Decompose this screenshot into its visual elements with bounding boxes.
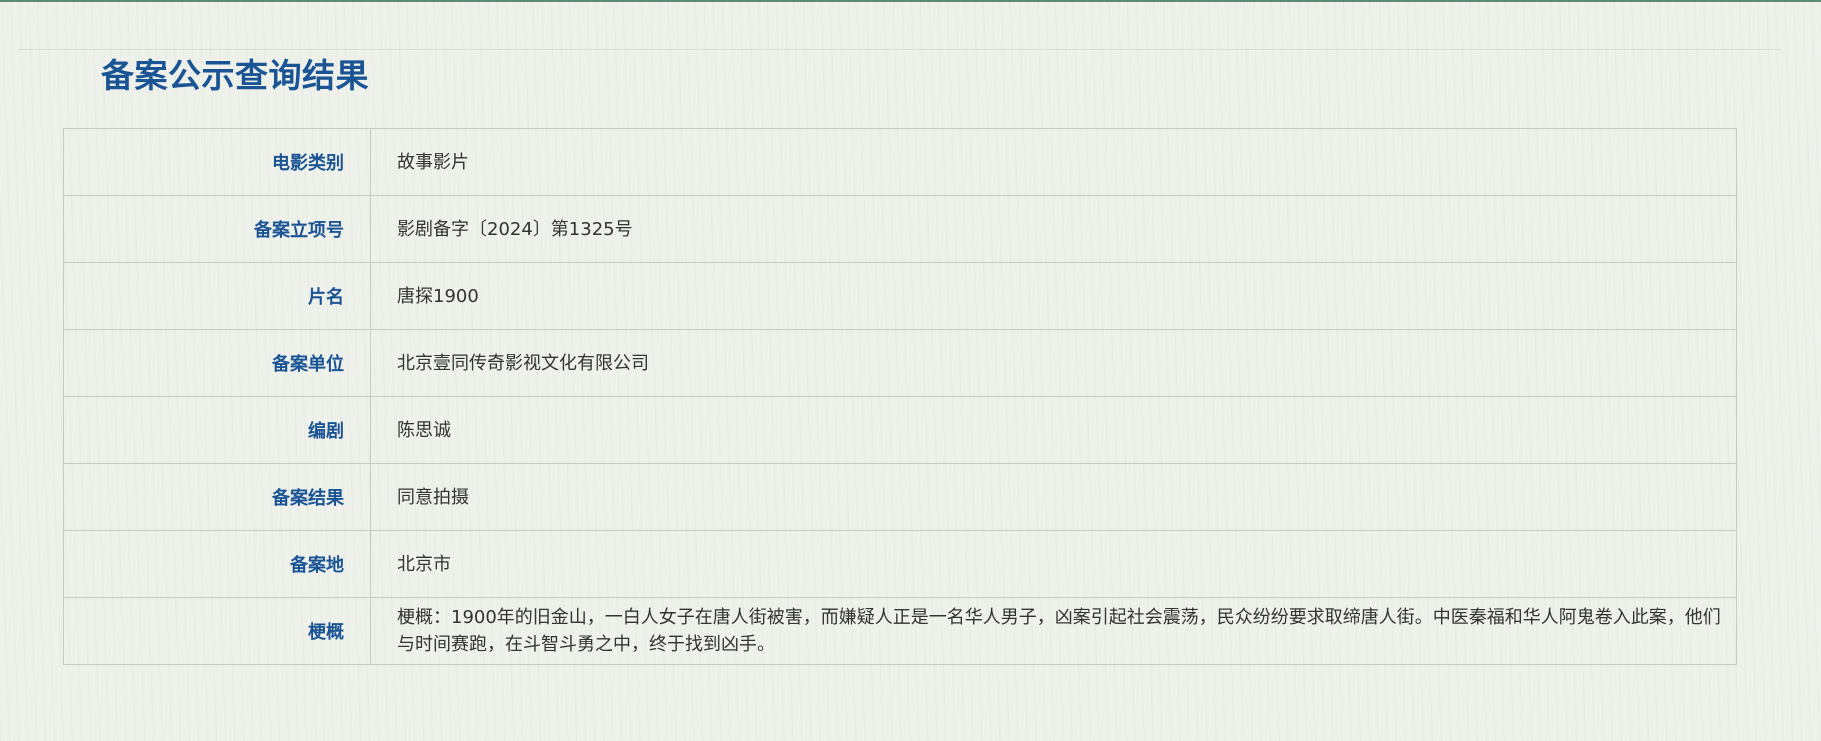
page-title: 备案公示查询结果: [101, 56, 369, 95]
film-title-label: 片名: [63, 262, 371, 330]
synopsis-label: 梗概: [63, 597, 371, 665]
filing-company-label: 备案单位: [63, 329, 371, 397]
table-row-filing-company: 备案单位 北京壹同传奇影视文化有限公司: [63, 329, 1737, 397]
filing-company-value: 北京壹同传奇影视文化有限公司: [370, 329, 1737, 397]
filing-result-table: 电影类别 故事影片 备案立项号 影剧备字〔2024〕第1325号 片名 唐探19…: [63, 128, 1737, 665]
table-row-filing-result: 备案结果 同意拍摄: [63, 463, 1737, 531]
table-row-synopsis: 梗概 梗概：1900年的旧金山，一白人女子在唐人街被害，而嫌疑人正是一名华人男子…: [63, 597, 1737, 665]
table-row-film-category: 电影类别 故事影片: [63, 128, 1737, 196]
table-row-filing-location: 备案地 北京市: [63, 530, 1737, 598]
top-accent-bar: [0, 0, 1821, 2]
film-title-value: 唐探1900: [370, 262, 1737, 330]
filing-number-label: 备案立项号: [63, 195, 371, 263]
filing-number-value: 影剧备字〔2024〕第1325号: [370, 195, 1737, 263]
filing-result-value: 同意拍摄: [370, 463, 1737, 531]
screenwriter-value: 陈思诚: [370, 396, 1737, 464]
filing-location-value: 北京市: [370, 530, 1737, 598]
header-divider: [18, 49, 1781, 50]
screenwriter-label: 编剧: [63, 396, 371, 464]
table-row-film-title: 片名 唐探1900: [63, 262, 1737, 330]
filing-result-label: 备案结果: [63, 463, 371, 531]
synopsis-value: 梗概：1900年的旧金山，一白人女子在唐人街被害，而嫌疑人正是一名华人男子，凶案…: [370, 597, 1737, 665]
filing-location-label: 备案地: [63, 530, 371, 598]
table-row-screenwriter: 编剧 陈思诚: [63, 396, 1737, 464]
film-category-value: 故事影片: [370, 128, 1737, 196]
table-row-filing-number: 备案立项号 影剧备字〔2024〕第1325号: [63, 195, 1737, 263]
film-category-label: 电影类别: [63, 128, 371, 196]
